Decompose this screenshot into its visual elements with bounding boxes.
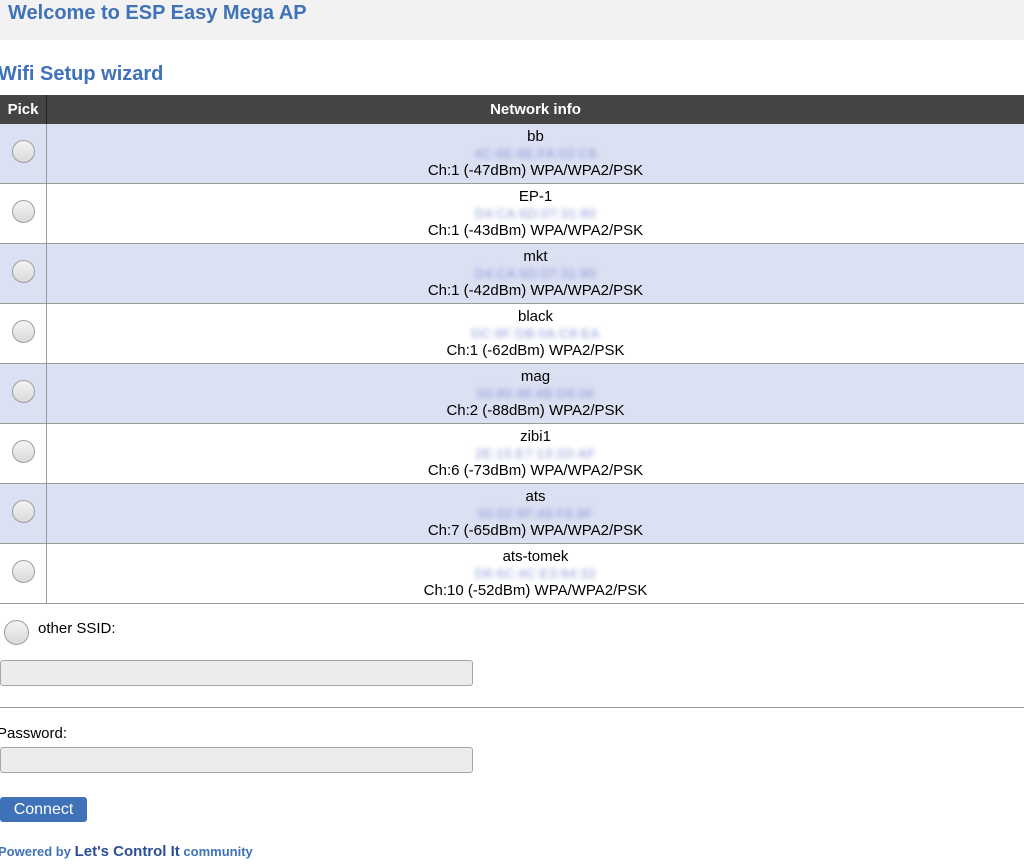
network-row[interactable]: EP-1 D4:CA:6D:07:31:80 Ch:1 (-43dBm) WPA… (0, 183, 1024, 244)
pick-cell (0, 243, 47, 304)
network-ssid: black (517, 308, 554, 325)
network-radio[interactable] (11, 259, 35, 283)
network-mac: 4C:6E:6E:FA:02:C8 (474, 146, 597, 161)
network-details: Ch:1 (-43dBm) WPA/WPA2/PSK (427, 222, 644, 239)
pick-cell (0, 363, 47, 424)
network-info: zibi1 2E:15:E7:13:2D:AF Ch:6 (-73dBm) WP… (46, 423, 1024, 484)
network-ssid: bb (527, 128, 544, 145)
network-radio[interactable] (11, 139, 35, 163)
network-ssid: mag (520, 368, 551, 385)
network-info: mkt D4:CA:6D:07:31:80 Ch:1 (-42dBm) WPA/… (46, 243, 1024, 304)
network-details: Ch:6 (-73dBm) WPA/WPA2/PSK (427, 462, 644, 479)
footer: Powered by Let's Control It community (0, 843, 253, 860)
other-ssid-radio[interactable] (4, 620, 29, 645)
network-details: Ch:7 (-65dBm) WPA/WPA2/PSK (427, 522, 644, 539)
network-mac: 00:02:6F:49:F6:9F (477, 506, 594, 521)
footer-brand-link[interactable]: Let's Control It (75, 843, 180, 860)
network-details: Ch:10 (-52dBm) WPA/WPA2/PSK (423, 582, 648, 599)
network-mac: DC:9F:DB:0A:C8:EA (471, 326, 600, 341)
page-title: Welcome to ESP Easy Mega AP (8, 2, 307, 24)
network-ssid: ats (525, 488, 546, 505)
network-details: Ch:1 (-47dBm) WPA/WPA2/PSK (427, 162, 644, 179)
network-info-column-header: Network info (46, 95, 1024, 124)
pick-cell (0, 183, 47, 244)
network-row[interactable]: bb 4C:6E:6E:FA:02:C8 Ch:1 (-47dBm) WPA/W… (0, 124, 1024, 184)
network-ssid: ats-tomek (502, 548, 569, 565)
network-info: ats 00:02:6F:49:F6:9F Ch:7 (-65dBm) WPA/… (46, 483, 1024, 544)
network-info: ats-tomek D8:6C:4C:E3:84:32 Ch:10 (-52dB… (46, 543, 1024, 604)
table-header-row: Pick Network info (0, 95, 1024, 124)
password-input[interactable] (0, 747, 473, 773)
network-radio[interactable] (11, 379, 35, 403)
other-ssid-label: other SSID: (38, 620, 116, 637)
network-row[interactable]: zibi1 2E:15:E7:13:2D:AF Ch:6 (-73dBm) WP… (0, 423, 1024, 484)
network-radio[interactable] (11, 199, 35, 223)
network-ssid: mkt (523, 248, 548, 265)
network-radio[interactable] (11, 559, 35, 583)
network-row[interactable]: black DC:9F:DB:0A:C8:EA Ch:1 (-62dBm) WP… (0, 303, 1024, 364)
network-mac: D4:CA:6D:07:31:80 (474, 206, 597, 221)
pick-cell (0, 303, 47, 364)
other-ssid-input[interactable] (0, 660, 473, 686)
footer-suffix: community (179, 844, 253, 859)
header-bar: Welcome to ESP Easy Mega AP (0, 0, 1024, 40)
wizard-title: Wifi Setup wizard (0, 63, 164, 85)
network-info: mag 00:80:48:4B:D9:06 Ch:2 (-88dBm) WPA2… (46, 363, 1024, 424)
network-mac: D4:CA:6D:07:31:80 (474, 266, 597, 281)
network-radio[interactable] (11, 319, 35, 343)
network-info: EP-1 D4:CA:6D:07:31:80 Ch:1 (-43dBm) WPA… (46, 183, 1024, 244)
network-info: black DC:9F:DB:0A:C8:EA Ch:1 (-62dBm) WP… (46, 303, 1024, 364)
network-row[interactable]: ats 00:02:6F:49:F6:9F Ch:7 (-65dBm) WPA/… (0, 483, 1024, 544)
pick-cell (0, 483, 47, 544)
network-row[interactable]: mag 00:80:48:4B:D9:06 Ch:2 (-88dBm) WPA2… (0, 363, 1024, 424)
network-row[interactable]: mkt D4:CA:6D:07:31:80 Ch:1 (-42dBm) WPA/… (0, 243, 1024, 304)
network-mac: 00:80:48:4B:D9:06 (477, 386, 594, 401)
password-label: Password: (0, 725, 68, 742)
network-details: Ch:1 (-42dBm) WPA/WPA2/PSK (427, 282, 644, 299)
pick-cell (0, 543, 47, 604)
pick-cell (0, 423, 47, 484)
form-divider (0, 707, 1024, 708)
network-details: Ch:2 (-88dBm) WPA2/PSK (446, 402, 625, 419)
pick-column-header: Pick (0, 95, 47, 124)
network-ssid: EP-1 (518, 188, 553, 205)
pick-cell (0, 124, 47, 184)
network-ssid: zibi1 (520, 428, 551, 445)
network-mac: 2E:15:E7:13:2D:AF (475, 446, 596, 461)
network-mac: D8:6C:4C:E3:84:32 (474, 566, 597, 581)
network-table: Pick Network info bb 4C:6E:6E:FA:02:C8 C… (0, 95, 1024, 604)
network-info: bb 4C:6E:6E:FA:02:C8 Ch:1 (-47dBm) WPA/W… (46, 124, 1024, 184)
footer-prefix: Powered by (0, 844, 75, 859)
network-details: Ch:1 (-62dBm) WPA2/PSK (446, 342, 625, 359)
network-radio[interactable] (11, 439, 35, 463)
connect-button[interactable]: Connect (0, 797, 87, 822)
network-row[interactable]: ats-tomek D8:6C:4C:E3:84:32 Ch:10 (-52dB… (0, 543, 1024, 604)
network-radio[interactable] (11, 499, 35, 523)
